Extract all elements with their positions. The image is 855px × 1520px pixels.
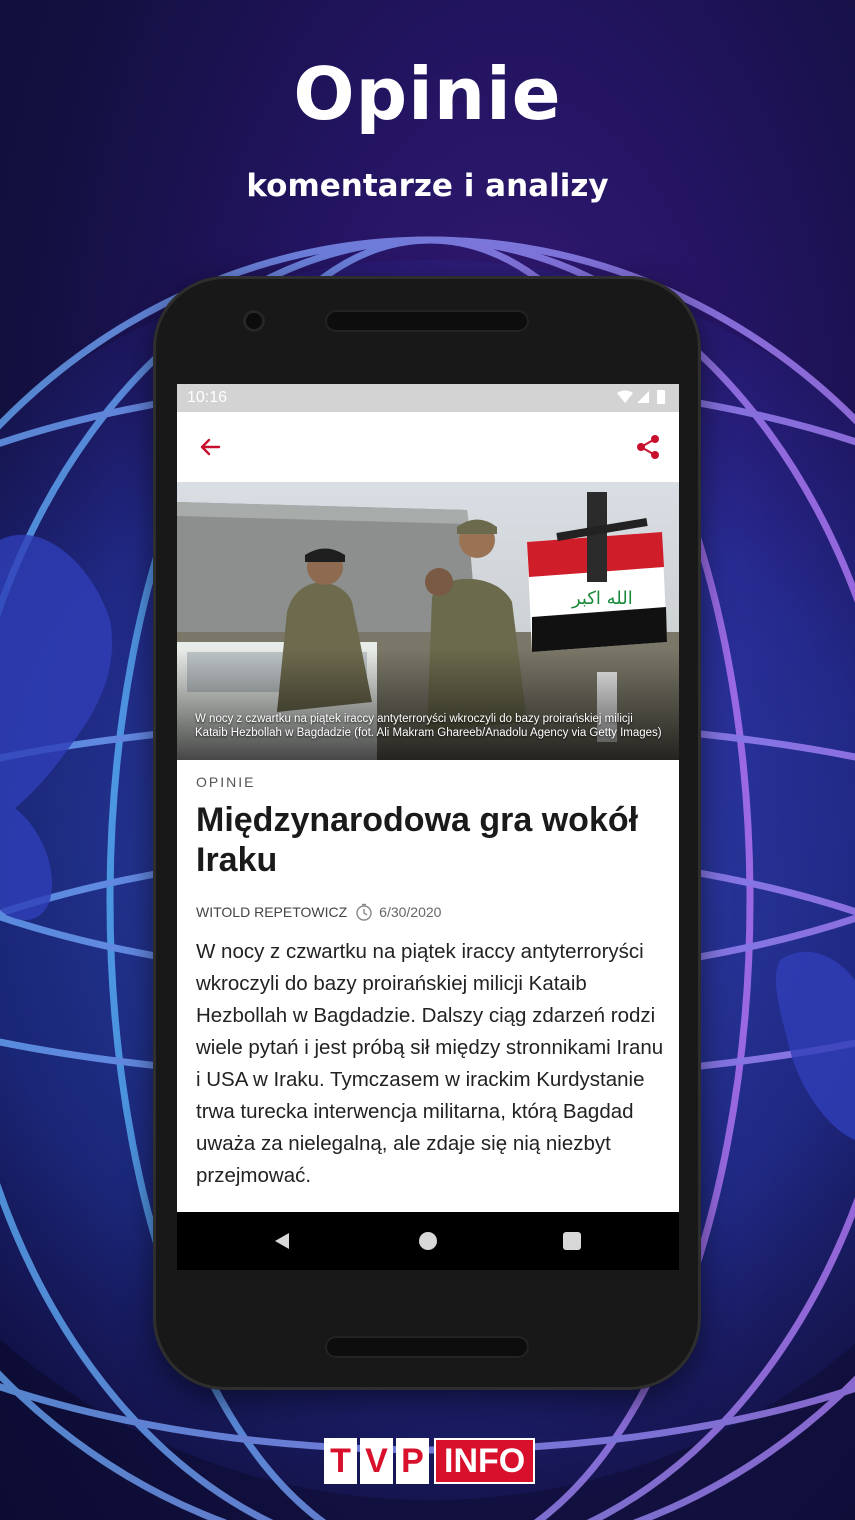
- status-time: 10:16: [187, 389, 228, 406]
- promo-headline: Opinie: [293, 52, 562, 136]
- logo-letter-p: P: [396, 1438, 429, 1484]
- battery-icon: [657, 390, 665, 404]
- article-title: Międzynarodowa gra wokół Iraku: [196, 801, 639, 879]
- nav-back-icon[interactable]: [273, 1232, 291, 1250]
- system-nav-bar: [177, 1212, 679, 1270]
- status-icons: [617, 390, 665, 404]
- image-caption: W nocy z czwartku na piątek iraccy antyt…: [195, 713, 662, 739]
- phone-frame: 10:16 W nocy z czwartku na piątek iraccy…: [153, 276, 701, 1390]
- share-icon[interactable]: [633, 432, 663, 462]
- bottom-speaker: [325, 1336, 529, 1358]
- nav-recents-icon[interactable]: [563, 1232, 581, 1250]
- wifi-icon: [617, 390, 633, 403]
- article-hero-image: الله اكبر W nocy z czwartku na piątek ir…: [177, 482, 679, 760]
- article-body: W nocy z czwartku na piątek iraccy antyt…: [196, 940, 664, 1187]
- logo-info: INFO: [434, 1438, 536, 1484]
- phone-screen: 10:16 W nocy z czwartku na piątek iraccy…: [177, 384, 679, 1270]
- front-camera: [243, 310, 265, 332]
- article-category[interactable]: OPINIE: [196, 774, 255, 790]
- nav-home-icon[interactable]: [419, 1232, 437, 1250]
- tvp-info-logo: T V P INFO: [324, 1438, 536, 1484]
- logo-letter-v: V: [360, 1438, 393, 1484]
- article-date: 6/30/2020: [379, 904, 442, 920]
- article-meta: WITOLD REPETOWICZ 6/30/2020: [196, 902, 441, 922]
- signal-icon: [637, 391, 649, 403]
- clock-icon: [356, 903, 372, 921]
- status-bar: 10:16: [177, 384, 679, 412]
- article-author[interactable]: WITOLD REPETOWICZ: [196, 904, 347, 920]
- arrow-left-icon[interactable]: [195, 432, 225, 462]
- logo-letter-t: T: [324, 1438, 357, 1484]
- top-speaker: [325, 310, 529, 332]
- promo-subheadline: komentarze i analizy: [246, 168, 609, 204]
- app-bar: [177, 412, 679, 482]
